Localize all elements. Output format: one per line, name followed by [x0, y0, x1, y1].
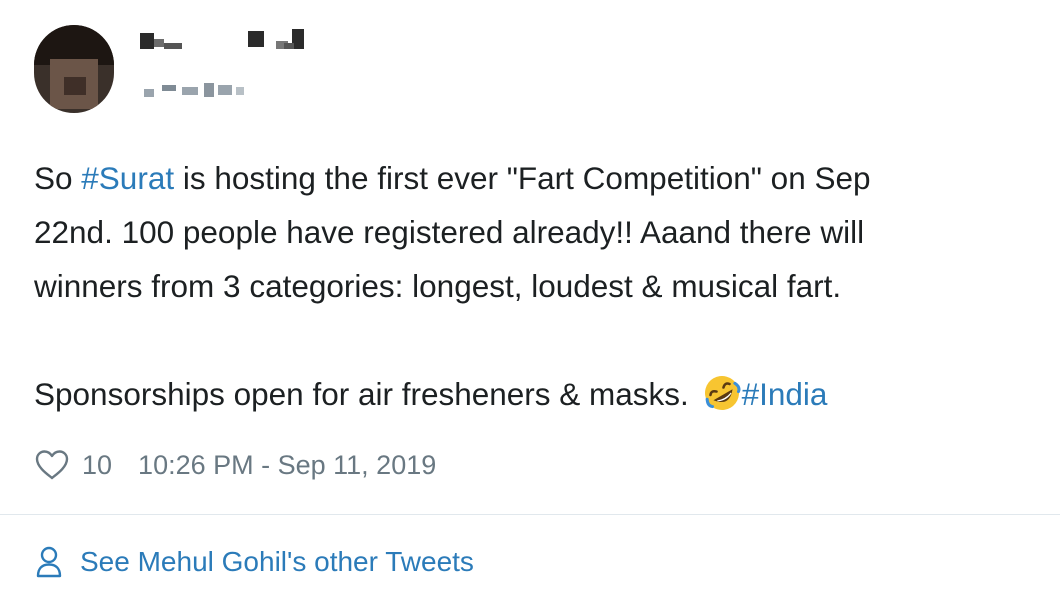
- tweet-meta: 10 10:26 PM - Sep 11, 2019: [34, 445, 436, 485]
- tweet-line-4: Sponsorships open for air fresheners & m…: [34, 367, 1060, 421]
- rolling-on-floor-laughing-emoji-icon: [702, 373, 742, 413]
- tweet-text: So #Surat is hosting the first ever "Far…: [34, 151, 1060, 421]
- tweet-line-1: So #Surat is hosting the first ever "Far…: [34, 160, 871, 196]
- tweet-line-2: 22nd. 100 people have registered already…: [34, 214, 865, 250]
- tweet-timestamp[interactable]: 10:26 PM - Sep 11, 2019: [138, 450, 436, 481]
- divider: [0, 514, 1060, 515]
- see-other-tweets-label: See Mehul Gohil's other Tweets: [80, 546, 474, 577]
- person-icon: [36, 546, 62, 578]
- see-other-tweets-link[interactable]: See Mehul Gohil's other Tweets: [36, 540, 474, 584]
- like-count[interactable]: 10: [82, 450, 112, 481]
- hashtag-india-link[interactable]: #India: [742, 376, 828, 412]
- hashtag-surat-link[interactable]: #Surat: [81, 160, 174, 196]
- tweet-line-3: winners from 3 categories: longest, loud…: [34, 268, 842, 304]
- tweet-author-header: [34, 25, 434, 115]
- avatar[interactable]: [34, 25, 114, 113]
- heart-icon[interactable]: [34, 449, 70, 481]
